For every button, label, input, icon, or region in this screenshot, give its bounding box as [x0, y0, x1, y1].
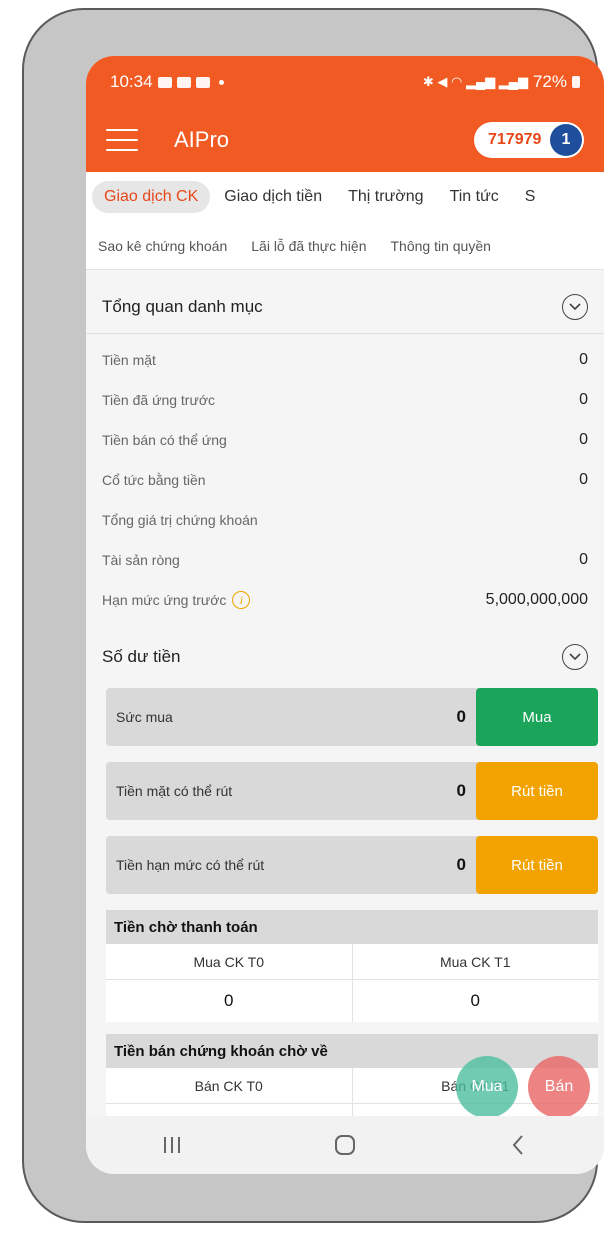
subtab-lai-lo[interactable]: Lãi lỗ đã thực hiện [239, 238, 378, 254]
pending-col: Mua CK T1 0 [351, 944, 598, 1022]
tab-giao-dich-tien[interactable]: Giao dịch tiền [212, 181, 334, 213]
status-right: ✱ ◀ ◠ ▂▄▆ ▂▄▆ 72% [423, 72, 580, 92]
chevron-down-icon[interactable] [562, 293, 588, 320]
overview-row: Tiền mặt 0 [86, 340, 604, 380]
pending-sale-title: Tiền bán chứng khoán chờ về [106, 1034, 598, 1068]
battery-icon [572, 76, 580, 88]
buy-button[interactable]: Mua [476, 688, 598, 746]
account-number: 717979 [488, 131, 542, 148]
subtab-sao-ke[interactable]: Sao kê chứng khoán [86, 238, 239, 254]
balance-label: Tiền hạn mức có thể rút [116, 857, 265, 873]
tab-thi-truong[interactable]: Thị trường [336, 181, 435, 213]
overview-row: Tiền bán có thể ứng 0 [86, 420, 604, 460]
system-nav-bar [86, 1116, 604, 1174]
balance-card: Tiền hạn mức có thể rút 0 Rút tiền [106, 836, 598, 894]
balance-value: 0 [456, 707, 466, 726]
pending-col-value: 0 [470, 991, 480, 1010]
status-left: 10:34 [110, 72, 224, 92]
balance-value: 0 [456, 781, 466, 800]
row-value: 5,000,000,000 [485, 591, 588, 608]
cash-balance-title: Số dư tiền [102, 647, 181, 666]
balance-label: Sức mua [116, 709, 173, 725]
row-value: 0 [579, 351, 588, 368]
sub-tabs: Sao kê chứng khoán Lãi lỗ đã thực hiện T… [86, 222, 604, 270]
balance-label: Tiền mặt có thể rút [116, 783, 233, 799]
dot-icon [218, 79, 224, 85]
battery-level: 72% [532, 72, 567, 91]
signal-icon: ✱ ◀ ◠ ▂▄▆ ▂▄▆ [422, 74, 528, 89]
back-icon[interactable] [488, 1125, 548, 1165]
balance-value: 0 [456, 855, 466, 874]
row-label: Hạn mức ứng trước i [102, 591, 251, 609]
row-value: 0 [579, 431, 588, 448]
fab-sell-button[interactable]: Bán [528, 1056, 590, 1118]
subtab-thong-tin-quyen[interactable]: Thông tin quyền [378, 238, 502, 254]
status-bar: 10:34 ✱ ◀ ◠ ▂▄▆ ▂▄▆ 72% [86, 56, 604, 108]
pending-col-label: Mua CK T1 [352, 944, 598, 980]
app-bar: AIPro 717979 1 [86, 108, 604, 172]
recent-apps-icon[interactable] [142, 1125, 202, 1165]
info-icon[interactable]: i [232, 591, 251, 609]
tab-more[interactable]: S [513, 181, 548, 213]
withdraw-limit-button[interactable]: Rút tiền [476, 836, 598, 894]
account-badge: 1 [550, 124, 582, 156]
row-label: Tiền đã ứng trước [102, 392, 216, 408]
cash-balance-header[interactable]: Số dư tiền [86, 630, 604, 684]
status-time: 10:34 [110, 72, 153, 91]
fab-buy-button[interactable]: Mua [456, 1056, 518, 1118]
pending-col-value: 0 [224, 991, 234, 1010]
pending-col: Mua CK T0 0 [106, 944, 352, 1022]
main-content: Tổng quan danh mục Tiền mặt 0 Tiền đã ứn… [86, 270, 604, 1146]
row-label: Cổ tức bằng tiền [102, 472, 206, 488]
app-screen: 10:34 ✱ ◀ ◠ ▂▄▆ ▂▄▆ 72% AIPro 717979 1 G… [86, 56, 604, 1174]
overview-row: Tiền đã ứng trước 0 [86, 380, 604, 420]
balance-card: Sức mua 0 Mua [106, 688, 598, 746]
overview-row: Cổ tức bằng tiền 0 [86, 460, 604, 500]
row-label: Tổng giá trị chứng khoán [102, 512, 258, 528]
tab-tin-tuc[interactable]: Tin tức [438, 181, 511, 213]
notification-icon [157, 76, 172, 88]
tab-giao-dich-ck[interactable]: Giao dịch CK [92, 181, 211, 213]
overview-row: Tổng giá trị chứng khoán [86, 500, 604, 540]
overview-header[interactable]: Tổng quan danh mục [86, 280, 604, 334]
row-value: 0 [579, 391, 588, 408]
overview-row: Tài sản ròng 0 [86, 540, 604, 580]
account-selector[interactable]: 717979 1 [474, 122, 584, 158]
app-title: AIPro [174, 127, 230, 152]
row-label: Tài sản ròng [102, 552, 180, 568]
overview-row: Hạn mức ứng trước i 5,000,000,000 [86, 580, 604, 620]
message-icon [176, 76, 191, 88]
pending-payment-grid: Mua CK T0 0 Mua CK T1 0 [106, 944, 598, 1022]
row-value: 0 [579, 471, 588, 488]
home-icon[interactable] [315, 1125, 375, 1165]
pending-col-label: Mua CK T0 [106, 944, 352, 980]
pending-payment-title: Tiền chờ thanh toán [106, 910, 598, 944]
row-label: Tiền mặt [102, 352, 156, 368]
menu-icon[interactable] [106, 129, 138, 151]
balance-card: Tiền mặt có thể rút 0 Rút tiền [106, 762, 598, 820]
advance-limit-label: Hạn mức ứng trước [102, 592, 227, 608]
phone-frame: 10:34 ✱ ◀ ◠ ▂▄▆ ▂▄▆ 72% AIPro 717979 1 G… [22, 8, 604, 1223]
image-icon [195, 76, 210, 88]
overview-title: Tổng quan danh mục [102, 296, 263, 316]
overview-list: Tiền mặt 0 Tiền đã ứng trước 0 Tiền bán … [86, 334, 604, 620]
pending-payment-block: Tiền chờ thanh toán Mua CK T0 0 Mua CK T… [106, 910, 598, 1022]
row-label: Tiền bán có thể ứng [102, 432, 227, 448]
main-tabs: Giao dịch CK Giao dịch tiền Thị trường T… [86, 172, 604, 222]
withdraw-cash-button[interactable]: Rút tiền [476, 762, 598, 820]
row-value: 0 [579, 551, 588, 568]
pending-col-label: Bán CK T0 [106, 1068, 352, 1104]
chevron-down-icon[interactable] [562, 644, 588, 670]
